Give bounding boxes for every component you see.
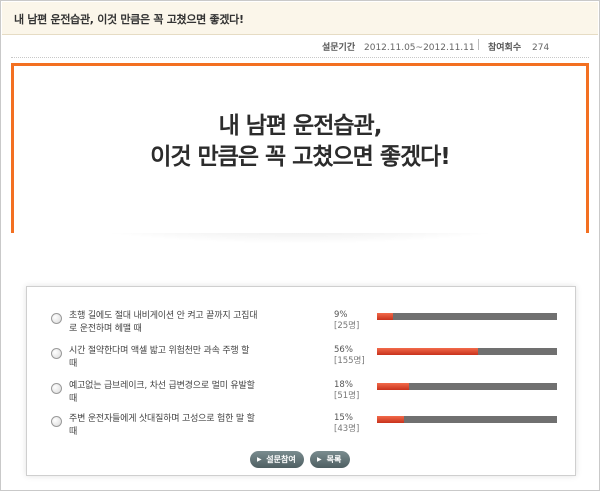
survey-period-value: 2012.11.05~2012.11.11 <box>364 43 475 53</box>
result-bar <box>377 313 557 320</box>
list-button-label: 목록 <box>326 455 342 464</box>
option-percent: 9% <box>334 310 348 320</box>
participation-count: 참여회수 274 <box>488 40 549 53</box>
option-count: [155명] <box>334 356 365 366</box>
result-bar-fill <box>377 313 394 320</box>
poll-option: 초행 길에도 절대 내비게이션 안 켜고 끝까지 고집대 로 운전하며 헤맬 때 … <box>27 310 575 340</box>
participation-count-value: 274 <box>532 43 550 53</box>
participate-button[interactable]: ▶ 설문참여 <box>250 451 304 468</box>
option-count: [43명] <box>334 424 360 434</box>
hero-banner: 내 남편 운전습관, 이것 만큼은 꼭 고쳤으면 좋겠다! <box>11 63 589 233</box>
option-percent: 15% <box>334 413 353 423</box>
poll-option: 주변 운전자들에게 삿대질하며 고성으로 험한 말 할때 15% [43명] <box>27 413 575 443</box>
triangle-right-icon: ▶ <box>257 456 262 463</box>
option-radio[interactable] <box>51 383 62 394</box>
option-label-line2: 때 <box>69 394 78 404</box>
option-label[interactable]: 시간 절약한다며 액셀 밟고 위험천만 과속 주행 할때 <box>69 345 291 371</box>
hero-heading-line2: 이것 만큼은 꼭 고쳤으면 좋겠다! <box>150 144 451 170</box>
option-label-line2: 때 <box>69 359 78 369</box>
result-bar <box>377 383 557 390</box>
result-bar-fill <box>377 348 478 355</box>
option-label-line2: 로 운전하며 헤맬 때 <box>69 324 142 334</box>
option-label[interactable]: 예고없는 급브레이크, 차선 급변경으로 멀미 유발할때 <box>69 380 291 406</box>
page-frame: 내 남편 운전습관, 이것 만큼은 꼭 고쳤으면 좋겠다! 설문기간 2012.… <box>0 0 600 491</box>
survey-period-label: 설문기간 <box>322 43 356 53</box>
option-label[interactable]: 초행 길에도 절대 내비게이션 안 켜고 끝까지 고집대로 운전하며 헤맬 때 <box>69 310 291 336</box>
option-label-line1: 시간 절약한다며 액셀 밟고 위험천만 과속 주행 할 <box>69 346 250 356</box>
result-bar-fill <box>377 416 404 423</box>
dotted-divider <box>11 57 589 58</box>
poll-option: 예고없는 급브레이크, 차선 급변경으로 멀미 유발할때 18% [51명] <box>27 380 575 410</box>
option-percent: 56% <box>334 345 353 355</box>
participate-button-label: 설문참여 <box>266 455 296 464</box>
poll-option: 시간 절약한다며 액셀 밟고 위험천만 과속 주행 할때 56% [155명] <box>27 345 575 375</box>
poll-box: 초행 길에도 절대 내비게이션 안 켜고 끝까지 고집대 로 운전하며 헤맬 때 … <box>26 286 576 476</box>
survey-period: 설문기간 2012.11.05~2012.11.11 <box>322 40 475 53</box>
triangle-right-icon: ▶ <box>317 456 322 463</box>
result-bar <box>377 348 557 355</box>
option-radio[interactable] <box>51 348 62 359</box>
page-title: 내 남편 운전습관, 이것 만큼은 꼭 고쳤으면 좋겠다! <box>14 13 244 26</box>
option-label[interactable]: 주변 운전자들에게 삿대질하며 고성으로 험한 말 할때 <box>69 413 291 439</box>
option-radio[interactable] <box>51 313 62 324</box>
option-percent: 18% <box>334 380 353 390</box>
option-count: [25명] <box>334 321 360 331</box>
option-label-line1: 예고없는 급브레이크, 차선 급변경으로 멀미 유발할 <box>69 381 255 391</box>
result-bar-fill <box>377 383 410 390</box>
option-label-line2: 때 <box>69 427 78 437</box>
title-bar: 내 남편 운전습관, 이것 만큼은 꼭 고쳤으면 좋겠다! <box>2 2 598 35</box>
option-label-line1: 초행 길에도 절대 내비게이션 안 켜고 끝까지 고집대 <box>69 311 258 321</box>
participation-count-label: 참여회수 <box>488 43 522 53</box>
option-count: [51명] <box>334 391 360 401</box>
meta-divider <box>478 39 479 50</box>
result-bar <box>377 416 557 423</box>
option-radio[interactable] <box>51 416 62 427</box>
hero-heading: 내 남편 운전습관, 이것 만큼은 꼭 고쳤으면 좋겠다! <box>14 111 586 173</box>
list-button[interactable]: ▶ 목록 <box>310 451 350 468</box>
hero-heading-line1: 내 남편 운전습관, <box>218 113 383 139</box>
option-label-line1: 주변 운전자들에게 삿대질하며 고성으로 험한 말 할 <box>69 414 255 424</box>
